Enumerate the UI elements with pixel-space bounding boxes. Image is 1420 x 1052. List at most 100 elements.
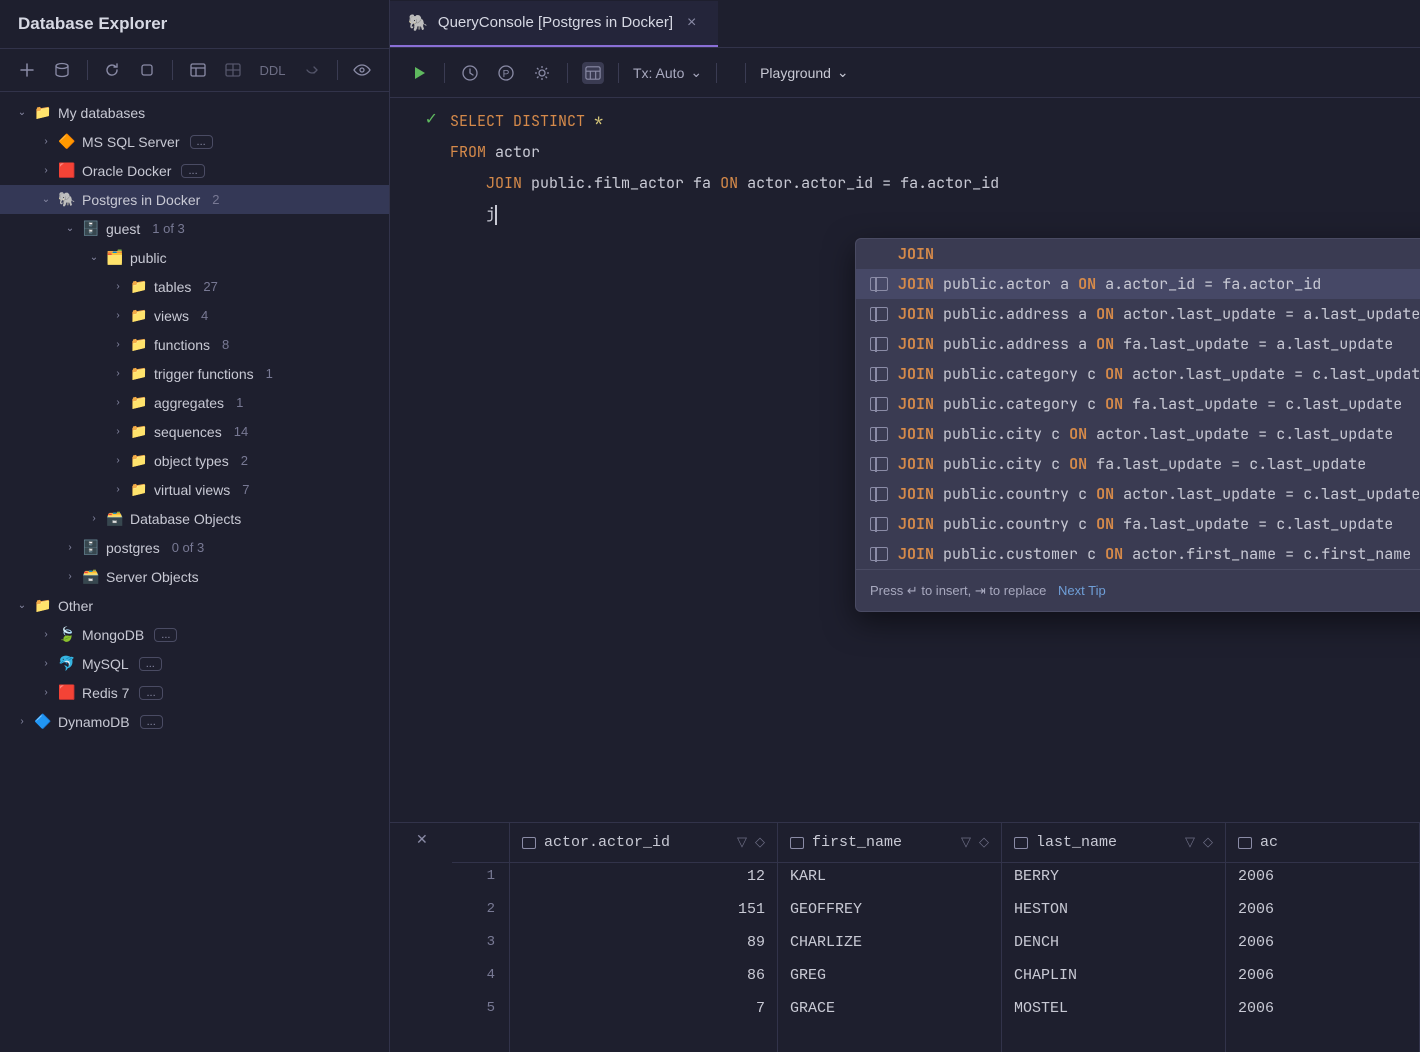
table-view-icon[interactable] — [582, 62, 604, 84]
chevron-right-icon[interactable]: › — [112, 397, 124, 408]
column-last-name[interactable]: last_name ▽ ◇ BERRYHESTONDENCHCHAPLINMOS… — [1002, 823, 1226, 1052]
code-editor[interactable]: ✓ SELECT DISTINCT * FROM actor JOIN publ… — [390, 98, 1420, 238]
stop-refresh-icon[interactable] — [137, 59, 158, 81]
add-icon[interactable] — [16, 59, 37, 81]
filter-icon[interactable]: ▽ — [737, 835, 747, 850]
chevron-right-icon[interactable]: › — [40, 629, 52, 640]
table-cell[interactable]: GRACE — [778, 995, 1001, 1028]
table-cell[interactable]: 151 — [510, 896, 777, 929]
column-header[interactable]: ac — [1226, 823, 1419, 863]
autocomplete-item[interactable]: JOIN public.country c ON fa.last_update … — [856, 509, 1420, 539]
column-actor-id[interactable]: actor.actor_id ▽ ◇ 1215189867 — [510, 823, 778, 1052]
column-header[interactable]: actor.actor_id ▽ ◇ — [510, 823, 777, 863]
chevron-right-icon[interactable]: › — [16, 716, 28, 727]
autocomplete-item[interactable]: JOIN public.actor a ON a.actor_id = fa.a… — [856, 269, 1420, 299]
close-icon[interactable]: × — [683, 14, 700, 32]
sort-icon[interactable]: ◇ — [979, 835, 989, 850]
tree-node[interactable]: ›📁trigger functions1 — [0, 359, 389, 388]
column-first-name[interactable]: first_name ▽ ◇ KARLGEOFFREYCHARLIZEGREGG… — [778, 823, 1002, 1052]
tree-node[interactable]: ›📁aggregates1 — [0, 388, 389, 417]
tree-node[interactable]: ›📁sequences14 — [0, 417, 389, 446]
table-cell[interactable]: 3 — [452, 929, 509, 962]
table-cell[interactable]: BERRY — [1002, 863, 1225, 896]
tree-node[interactable]: ›🔶MS SQL Server... — [0, 127, 389, 156]
chevron-right-icon[interactable]: › — [112, 455, 124, 466]
table-cell[interactable]: MOSTEL — [1002, 995, 1225, 1028]
settings-icon[interactable] — [531, 62, 553, 84]
column-header[interactable]: last_name ▽ ◇ — [1002, 823, 1225, 863]
history-icon[interactable] — [459, 62, 481, 84]
column-header[interactable]: first_name ▽ ◇ — [778, 823, 1001, 863]
tree-node[interactable]: ›📁tables27 — [0, 272, 389, 301]
tree-node[interactable]: ›🔷DynamoDB... — [0, 707, 389, 736]
table-cell[interactable]: 2006 — [1226, 929, 1419, 962]
autocomplete-item[interactable]: JOIN public.category c ON actor.last_upd… — [856, 359, 1420, 389]
tree-node[interactable]: ›🐬MySQL... — [0, 649, 389, 678]
tree-node[interactable]: ›🟥Oracle Docker... — [0, 156, 389, 185]
table-cell[interactable]: 86 — [510, 962, 777, 995]
refresh-icon[interactable] — [102, 59, 123, 81]
sort-icon[interactable]: ◇ — [755, 835, 765, 850]
tree-node[interactable]: ⌄🗂️public — [0, 243, 389, 272]
table-cell[interactable]: 7 — [510, 995, 777, 1028]
filter-icon[interactable]: ▽ — [961, 835, 971, 850]
ddl-button[interactable]: DDL — [258, 63, 288, 78]
chevron-right-icon[interactable]: › — [40, 136, 52, 147]
table-cell[interactable]: 5 — [452, 995, 509, 1028]
tree-node[interactable]: ›🍃MongoDB... — [0, 620, 389, 649]
autocomplete-item[interactable]: JOIN public.city c ON actor.last_update … — [856, 419, 1420, 449]
results-table[interactable]: 12345 actor.actor_id ▽ ◇ 1215189867 firs… — [452, 823, 1420, 1052]
tx-mode-dropdown[interactable]: Tx: Auto⌄ — [633, 64, 702, 81]
table-cell[interactable]: DENCH — [1002, 929, 1225, 962]
table-cell[interactable]: GEOFFREY — [778, 896, 1001, 929]
tree-node[interactable]: ⌄🗄️guest1 of 3 — [0, 214, 389, 243]
table-cell[interactable]: CHARLIZE — [778, 929, 1001, 962]
autocomplete-item[interactable]: JOIN public.address a ON fa.last_update … — [856, 329, 1420, 359]
tree-node[interactable]: ›📁functions8 — [0, 330, 389, 359]
table-cell[interactable]: 2006 — [1226, 995, 1419, 1028]
datasource-icon[interactable] — [51, 59, 72, 81]
layout-icon[interactable] — [187, 59, 208, 81]
tree-node[interactable]: ⌄📁Other — [0, 591, 389, 620]
tree-node[interactable]: ›🗃️Database Objects — [0, 504, 389, 533]
close-results-icon[interactable]: ✕ — [416, 831, 428, 848]
table-cell[interactable]: 2006 — [1226, 863, 1419, 896]
chevron-right-icon[interactable]: › — [112, 281, 124, 292]
autocomplete-item[interactable]: JOIN — [856, 239, 1420, 269]
chevron-right-icon[interactable]: › — [112, 368, 124, 379]
tree-node[interactable]: ›📁object types2 — [0, 446, 389, 475]
table-cell[interactable]: KARL — [778, 863, 1001, 896]
table-cell[interactable]: GREG — [778, 962, 1001, 995]
table-cell[interactable]: 2006 — [1226, 896, 1419, 929]
table-cell[interactable]: 1 — [452, 863, 509, 896]
tree-node[interactable]: ›🗄️postgres0 of 3 — [0, 533, 389, 562]
tree-node[interactable]: ›🗃️Server Objects — [0, 562, 389, 591]
autocomplete-item[interactable]: JOIN public.country c ON actor.last_upda… — [856, 479, 1420, 509]
autocomplete-item[interactable]: JOIN public.customer c ON actor.first_na… — [856, 539, 1420, 569]
autocomplete-item[interactable]: JOIN public.category c ON fa.last_update… — [856, 389, 1420, 419]
playground-dropdown[interactable]: Playground⌄ — [760, 64, 849, 81]
chevron-down-icon[interactable]: ⌄ — [64, 223, 76, 234]
autocomplete-item[interactable]: JOIN public.address a ON actor.last_upda… — [856, 299, 1420, 329]
tab-query-console[interactable]: 🐘 QueryConsole [Postgres in Docker] × — [390, 1, 718, 47]
autocomplete-item[interactable]: JOIN public.city c ON fa.last_update = c… — [856, 449, 1420, 479]
grid-icon[interactable] — [222, 59, 243, 81]
chevron-down-icon[interactable]: ⌄ — [88, 252, 100, 263]
chevron-down-icon[interactable]: ⌄ — [16, 600, 28, 611]
chevron-right-icon[interactable]: › — [40, 687, 52, 698]
chevron-right-icon[interactable]: › — [64, 571, 76, 582]
chevron-right-icon[interactable]: › — [112, 484, 124, 495]
chevron-right-icon[interactable]: › — [112, 339, 124, 350]
chevron-right-icon[interactable]: › — [40, 658, 52, 669]
chevron-right-icon[interactable]: › — [40, 165, 52, 176]
chevron-down-icon[interactable]: ⌄ — [40, 194, 52, 205]
jump-icon[interactable] — [302, 59, 323, 81]
eye-icon[interactable] — [352, 59, 373, 81]
tree-node[interactable]: ⌄📁My databases — [0, 98, 389, 127]
table-cell[interactable]: 2 — [452, 896, 509, 929]
chevron-down-icon[interactable]: ⌄ — [16, 107, 28, 118]
tree-node[interactable]: ›📁virtual views7 — [0, 475, 389, 504]
chevron-right-icon[interactable]: › — [112, 310, 124, 321]
column-next[interactable]: ac 20062006200620062006 — [1226, 823, 1420, 1052]
chevron-right-icon[interactable]: › — [112, 426, 124, 437]
